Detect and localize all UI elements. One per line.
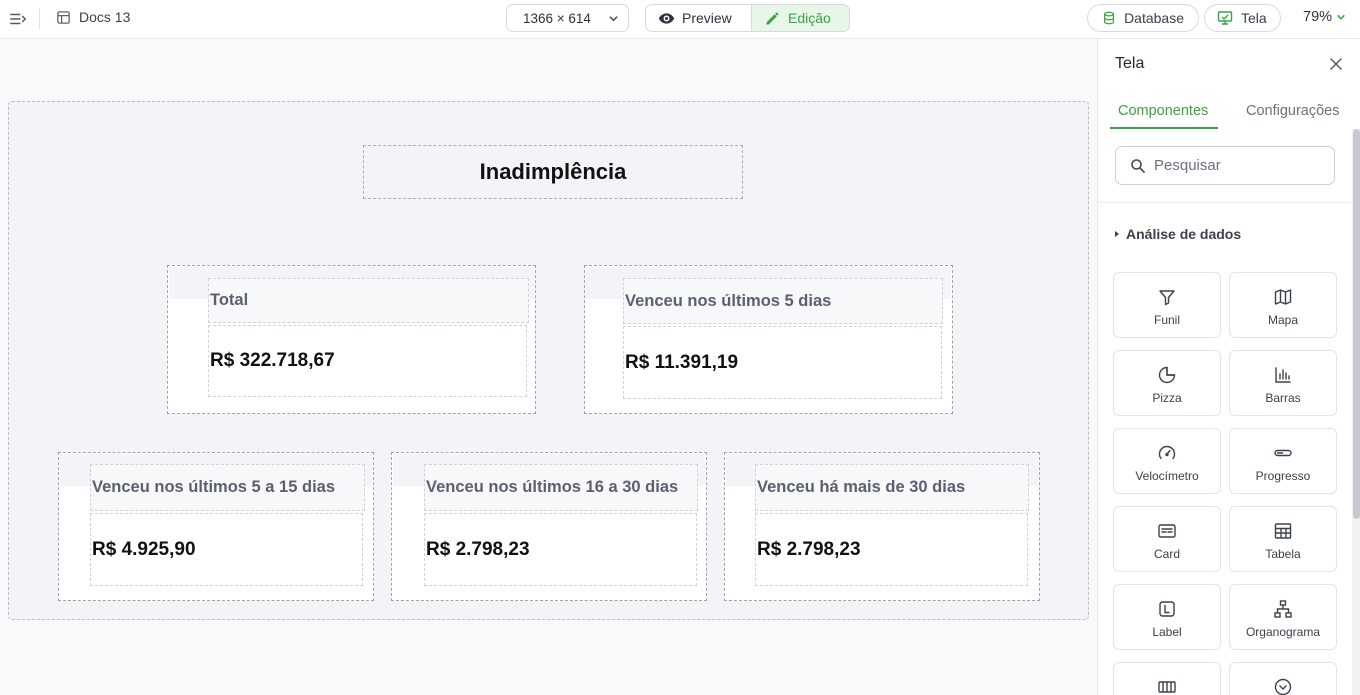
component-label: Tabela — [1265, 547, 1301, 561]
divider — [39, 8, 40, 30]
active-tab-indicator — [1110, 127, 1218, 129]
search-input[interactable]: Pesquisar — [1115, 146, 1335, 185]
component-progresso[interactable]: Progresso — [1229, 428, 1337, 494]
component-label: Barras — [1265, 391, 1301, 405]
funnel-icon — [1159, 290, 1175, 306]
component-label: Mapa — [1267, 313, 1299, 327]
component-label[interactable]: Label — [1113, 584, 1221, 650]
component-label: Label — [1152, 625, 1182, 639]
dashboard-title-text: Inadimplência — [479, 159, 627, 184]
component-tabela[interactable]: Tabela — [1229, 506, 1337, 572]
monitor-icon — [1217, 11, 1233, 25]
component-barras[interactable]: Barras — [1229, 350, 1337, 416]
kpi-value: R$ 2.798,23 — [755, 513, 1028, 586]
map-icon — [1274, 289, 1292, 305]
component-tile[interactable] — [1113, 662, 1221, 695]
org-chart-icon — [1274, 600, 1292, 618]
mode-toggle: Preview Edição — [645, 4, 850, 32]
panel-tabs: Componentes Configurações — [1098, 99, 1360, 131]
kpi-label: Venceu nos últimos 5 dias — [623, 278, 943, 324]
section-label: Análise de dados — [1126, 226, 1242, 242]
search-icon — [1131, 158, 1145, 173]
component-label: Progresso — [1255, 469, 1311, 483]
chevron-down-icon — [609, 16, 618, 22]
component-label: Card — [1153, 547, 1180, 561]
tela-label: Tela — [1241, 10, 1267, 26]
tab-configuracoes[interactable]: Configurações — [1246, 103, 1340, 119]
kpi-label: Total — [208, 278, 529, 323]
table-icon — [1274, 523, 1292, 539]
edit-button[interactable]: Edição — [752, 5, 849, 31]
chevron-circle-icon — [1274, 678, 1292, 695]
ticket-icon — [1158, 681, 1176, 693]
tela-button[interactable]: Tela — [1204, 4, 1281, 32]
tab-componentes[interactable]: Componentes — [1118, 103, 1208, 119]
preview-button[interactable]: Preview — [646, 5, 752, 31]
component-label: Funil — [1153, 313, 1180, 327]
kpi-label: Venceu nos últimos 16 a 30 dias — [424, 464, 698, 511]
kpi-card-16-to-30-days[interactable]: Venceu nos últimos 16 a 30 dias R$ 2.798… — [391, 452, 707, 601]
component-label: Velocímetro — [1135, 469, 1199, 483]
kpi-label: Venceu há mais de 30 dias — [755, 464, 1029, 511]
kpi-card-total[interactable]: Total R$ 322.718,67 — [167, 265, 536, 414]
component-velocimetro[interactable]: Velocímetro — [1113, 428, 1221, 494]
caret-right-icon — [1115, 231, 1119, 237]
components-panel: Tela Componentes Configurações Pesquisar… — [1097, 39, 1360, 695]
kpi-card-over-30-days[interactable]: Venceu há mais de 30 dias R$ 2.798,23 — [724, 452, 1040, 601]
screen-size-select[interactable]: 1366 × 614 — [506, 4, 629, 32]
panel-title: Tela — [1115, 55, 1145, 72]
card-icon — [1158, 524, 1176, 538]
preview-label: Preview — [682, 10, 732, 26]
document-name-label: Docs 13 — [79, 9, 131, 25]
database-label: Database — [1124, 10, 1184, 26]
chevron-down-icon — [1337, 14, 1345, 20]
document-name[interactable]: Docs 13 — [56, 9, 130, 25]
kpi-value: R$ 11.391,19 — [623, 326, 942, 399]
kpi-value: R$ 4.925,90 — [90, 513, 363, 586]
scrollbar-thumb[interactable] — [1353, 129, 1360, 519]
database-button[interactable]: Database — [1087, 4, 1199, 32]
pencil-icon — [766, 12, 779, 24]
bar-chart-icon — [1275, 367, 1291, 383]
screen-size-value: 1366 × 614 — [523, 10, 591, 26]
pie-chart-icon — [1158, 366, 1176, 384]
gauge-icon — [1158, 445, 1176, 460]
search-placeholder: Pesquisar — [1154, 157, 1221, 174]
layout-icon — [57, 10, 70, 24]
component-mapa[interactable]: Mapa — [1229, 272, 1337, 338]
component-funil[interactable]: Funil — [1113, 272, 1221, 338]
edit-label: Edição — [788, 10, 831, 26]
component-label: Pizza — [1152, 391, 1182, 405]
component-card[interactable]: Card — [1113, 506, 1221, 572]
zoom-value: 79% — [1303, 9, 1333, 25]
eye-icon — [658, 12, 675, 24]
close-icon[interactable] — [1329, 57, 1343, 71]
component-organograma[interactable]: Organograma — [1229, 584, 1337, 650]
kpi-value: R$ 2.798,23 — [424, 513, 697, 586]
panel-scrollbar[interactable] — [1352, 129, 1360, 695]
kpi-card-5-to-15-days[interactable]: Venceu nos últimos 5 a 15 dias R$ 4.925,… — [58, 452, 374, 601]
database-icon — [1104, 11, 1115, 25]
section-analise-de-dados[interactable]: Análise de dados — [1115, 226, 1241, 242]
kpi-card-last-5-days[interactable]: Venceu nos últimos 5 dias R$ 11.391,19 — [584, 265, 953, 414]
top-bar: Docs 13 1366 × 614 Preview Edição Databa… — [0, 0, 1360, 39]
component-tile[interactable] — [1229, 662, 1337, 695]
label-icon — [1159, 601, 1175, 617]
component-pizza[interactable]: Pizza — [1113, 350, 1221, 416]
progress-icon — [1274, 449, 1292, 457]
zoom-select[interactable]: 79% — [1303, 9, 1346, 25]
collapse-sidebar-icon[interactable] — [9, 10, 27, 28]
component-label: Organograma — [1245, 625, 1321, 639]
kpi-value: R$ 322.718,67 — [208, 325, 527, 397]
kpi-label: Venceu nos últimos 5 a 15 dias — [90, 464, 365, 511]
divider — [1098, 202, 1353, 203]
dashboard-title[interactable]: Inadimplência — [363, 145, 743, 199]
